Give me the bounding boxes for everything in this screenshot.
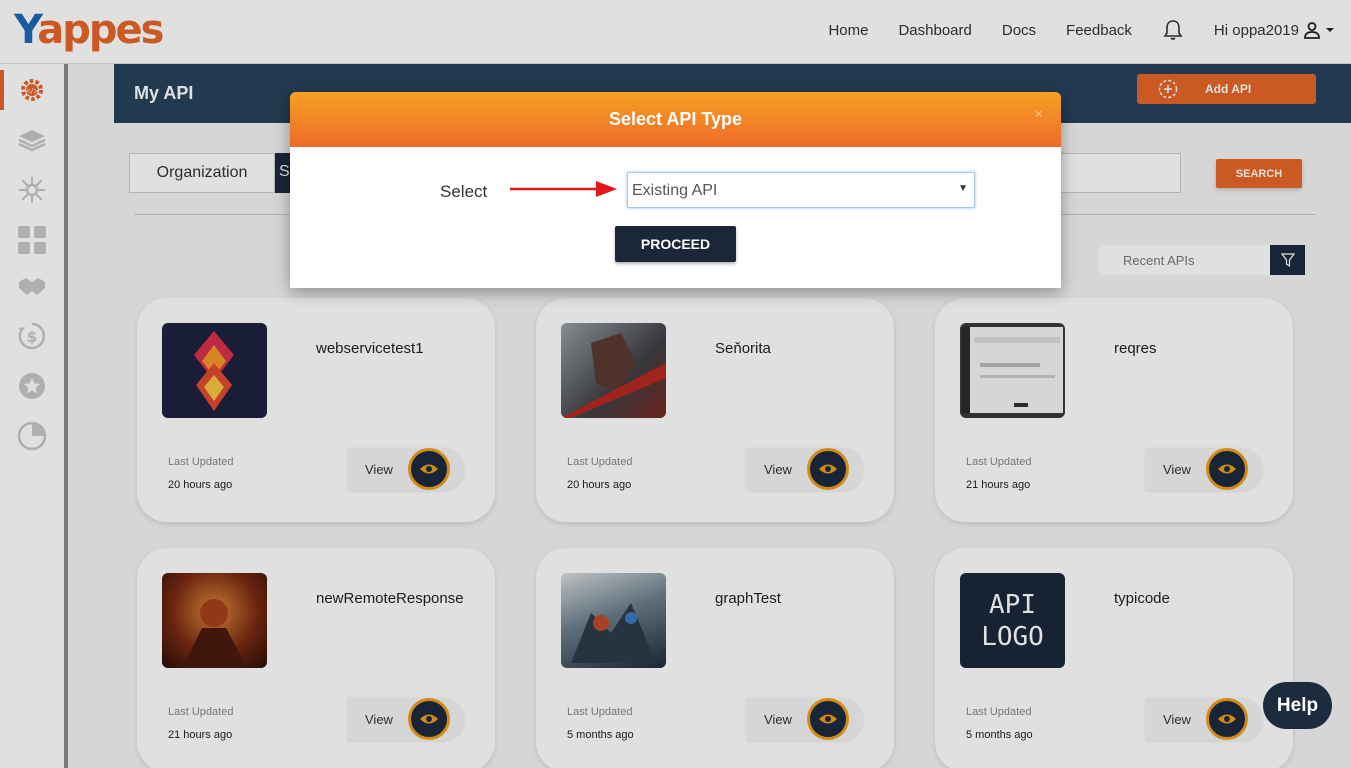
arrow-icon (510, 181, 617, 197)
select-api-type-modal: Select API Type × Select Existing API ▼ … (290, 92, 1061, 288)
close-icon[interactable]: × (1034, 106, 1043, 124)
select-label: Select (440, 182, 488, 201)
help-label: Help (1276, 694, 1319, 716)
api-type-select[interactable]: Existing API ▼ (627, 172, 975, 208)
proceed-label: PROCEED (640, 236, 711, 252)
help-button[interactable]: Help (1263, 682, 1332, 729)
caret-down-icon: ▼ (958, 183, 968, 194)
api-type-selected-value: Existing API (632, 182, 718, 199)
modal-title: Select API Type (608, 109, 743, 129)
modal-header: Select API Type × (290, 92, 1061, 147)
proceed-button[interactable]: PROCEED (615, 226, 736, 262)
